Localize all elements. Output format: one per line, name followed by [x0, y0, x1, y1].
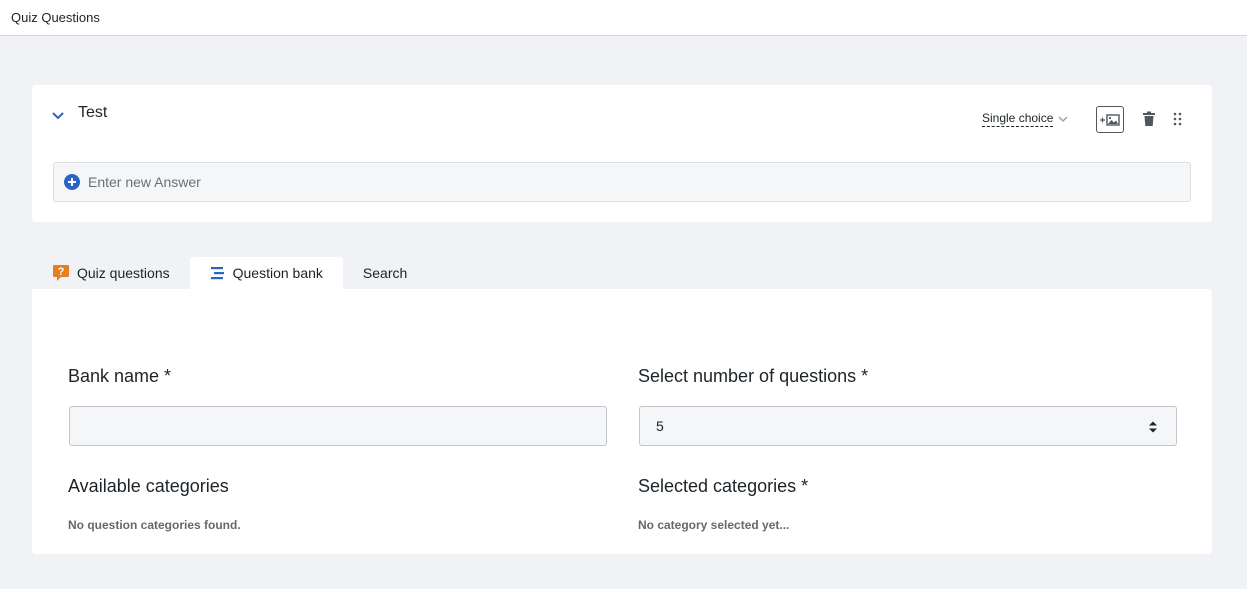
question-type-select[interactable]: Single choice [982, 110, 1069, 128]
available-categories-empty: No question categories found. [68, 518, 241, 532]
question-card: Test Single choice [32, 85, 1212, 222]
tab-question-bank[interactable]: Question bank [189, 257, 343, 289]
question-type-label: Single choice [982, 111, 1054, 127]
add-media-button[interactable] [1096, 106, 1124, 133]
question-bank-panel: Bank name * Select number of questions *… [32, 289, 1212, 554]
tab-search[interactable]: Search [343, 257, 427, 289]
available-categories-label: Available categories [68, 476, 229, 496]
selected-categories-empty: No category selected yet... [638, 518, 790, 532]
tab-quiz-questions[interactable]: ? Quiz questions [32, 257, 190, 289]
tab-label: Quiz questions [77, 265, 170, 281]
trash-icon[interactable] [1142, 111, 1156, 127]
drag-handle-icon[interactable] [1172, 111, 1184, 127]
num-questions-label: Select number of questions * [638, 366, 869, 386]
bottom-tabs: ? Quiz questions Question bank Search [32, 257, 427, 289]
new-answer-row [53, 162, 1191, 202]
num-questions-field[interactable]: 5 [639, 406, 1177, 446]
chevron-down-icon[interactable] [50, 107, 66, 123]
top-bar: Quiz Questions [0, 0, 1247, 36]
tab-label: Search [362, 265, 408, 281]
tab-label: Question bank [232, 265, 323, 281]
svg-text:?: ? [58, 266, 65, 278]
bank-name-field[interactable] [69, 406, 607, 446]
list-lines-icon [210, 266, 226, 280]
bank-name-label: Bank name * [68, 366, 172, 386]
selected-categories-label: Selected categories * [638, 476, 809, 496]
add-image-icon [1100, 113, 1120, 126]
chevron-down-icon [1058, 116, 1068, 123]
num-questions-value: 5 [656, 418, 664, 434]
page-title: Quiz Questions [11, 10, 100, 25]
plus-circle-icon[interactable] [64, 174, 80, 190]
new-answer-input[interactable] [88, 163, 1178, 201]
stepper-arrows-icon[interactable] [1148, 420, 1158, 434]
question-title[interactable]: Test [78, 104, 107, 122]
question-badge-icon: ? [52, 264, 70, 282]
